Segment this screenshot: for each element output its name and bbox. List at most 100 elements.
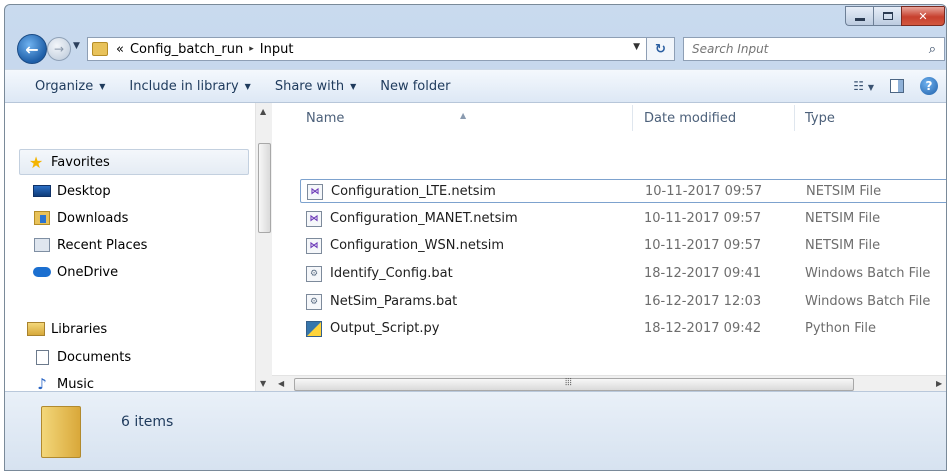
column-divider[interactable] — [632, 105, 633, 131]
scrollbar-thumb[interactable]: ⦙⦙⦙ — [294, 377, 854, 391]
include-in-library-button[interactable]: Include in library ▼ — [129, 79, 250, 94]
batch-file-icon: ⚙ — [306, 266, 322, 282]
change-view-icon[interactable]: ☷ ▼ — [853, 79, 874, 93]
maximize-icon — [882, 12, 893, 20]
file-name: Configuration_WSN.netsim — [330, 238, 505, 253]
breadcrumb: « Config_batch_run ▸ Input — [116, 42, 293, 57]
nav-label: Libraries — [51, 321, 108, 337]
nav-item-music[interactable]: ♪ Music — [33, 372, 94, 391]
file-type: Python File — [805, 321, 876, 336]
address-row: ← → ▼ « Config_batch_run ▸ Input ▼ ↻ ⌕ — [5, 31, 946, 65]
document-icon — [33, 349, 51, 365]
share-label: Share with — [274, 78, 345, 94]
file-date: 10-11-2017 09:57 — [644, 238, 762, 253]
file-type: Windows Batch File — [805, 294, 931, 309]
navigation-scrollbar[interactable]: ▲ ▼ — [255, 103, 272, 391]
chevron-down-icon: ▼ — [73, 41, 80, 51]
search-input[interactable] — [692, 42, 892, 56]
file-row[interactable]: ⋈ Configuration_LTE.netsim 10-11-2017 09… — [300, 179, 946, 203]
star-icon: ★ — [28, 152, 44, 172]
search-box: ⌕ — [683, 37, 945, 61]
minimize-button[interactable] — [845, 6, 873, 26]
details-pane: 6 items — [5, 391, 946, 470]
file-row[interactable]: ⋈ Configuration_WSN.netsim 10-11-2017 09… — [300, 234, 946, 258]
command-bar: Organize ▼ Include in library ▼ Share with… — [5, 69, 946, 103]
libraries-icon — [27, 321, 45, 337]
nav-item-favorites[interactable]: ★ Favorites — [27, 150, 110, 174]
scroll-up-icon[interactable]: ▲ — [260, 107, 266, 116]
nav-item-libraries[interactable]: Libraries — [27, 317, 107, 341]
nav-item-recent-places[interactable]: Recent Places — [33, 233, 147, 257]
scrollbar-thumb[interactable] — [258, 143, 271, 233]
preview-pane-icon[interactable] — [890, 79, 904, 93]
netsim-file-icon: ⋈ — [306, 238, 322, 254]
breadcrumb-input[interactable]: Input — [260, 42, 294, 57]
file-type: Windows Batch File — [805, 266, 931, 281]
netsim-file-icon: ⋈ — [306, 211, 322, 227]
breadcrumb-separator-icon[interactable]: ▸ — [249, 44, 254, 54]
close-icon: ✕ — [918, 9, 928, 23]
back-arrow-icon: ← — [25, 39, 39, 59]
file-row[interactable]: ⚙ NetSim_Params.bat 16-12-2017 12:03 Win… — [300, 290, 946, 314]
netsim-file-icon: ⋈ — [307, 184, 323, 200]
music-icon: ♪ — [37, 375, 47, 391]
file-name: NetSim_Params.bat — [330, 294, 458, 309]
nav-label: Favorites — [51, 154, 110, 170]
address-bar[interactable]: « Config_batch_run ▸ Input ▼ — [87, 37, 647, 61]
batch-file-icon: ⚙ — [306, 294, 322, 310]
close-button[interactable]: ✕ — [901, 6, 945, 26]
refresh-icon: ↻ — [655, 41, 666, 57]
file-name: Configuration_MANET.netsim — [330, 211, 518, 226]
new-folder-label: New folder — [380, 78, 451, 94]
share-with-button[interactable]: Share with ▼ — [275, 79, 356, 94]
address-dropdown-icon[interactable]: ▼ — [633, 42, 640, 52]
help-icon[interactable]: ? — [920, 77, 938, 95]
forward-button[interactable]: → — [47, 37, 71, 61]
file-row[interactable]: ⋈ Configuration_MANET.netsim 10-11-2017 … — [300, 207, 946, 231]
scroll-left-icon[interactable]: ◀ — [278, 379, 284, 388]
column-name[interactable]: Name — [306, 111, 344, 126]
file-row[interactable]: ⚙ Identify_Config.bat 18-12-2017 09:41 W… — [300, 262, 946, 286]
nav-item-documents[interactable]: Documents — [33, 345, 131, 369]
file-date: 18-12-2017 09:42 — [644, 321, 762, 336]
recent-pages-button[interactable]: ▼ — [73, 41, 80, 51]
back-button[interactable]: ← — [17, 34, 47, 64]
folder-icon — [92, 42, 108, 56]
folder-icon — [41, 406, 81, 458]
horizontal-scrollbar[interactable]: ◀ ⦙⦙⦙ ▶ — [272, 375, 946, 392]
file-type: NETSIM File — [805, 211, 881, 226]
nav-label: Downloads — [57, 210, 129, 226]
scroll-down-icon[interactable]: ▼ — [260, 379, 266, 388]
file-name: Configuration_LTE.netsim — [331, 184, 496, 199]
column-headers: ▲ Name Date modified Type — [272, 103, 946, 133]
nav-item-downloads[interactable]: Downloads — [33, 206, 128, 230]
nav-label: Desktop — [57, 183, 111, 199]
new-folder-button[interactable]: New folder — [380, 79, 450, 94]
file-date: 10-11-2017 09:57 — [644, 211, 762, 226]
nav-item-onedrive[interactable]: OneDrive — [33, 260, 118, 284]
column-divider[interactable] — [794, 105, 795, 131]
file-row[interactable]: Output_Script.py 18-12-2017 09:42 Python… — [300, 317, 946, 341]
include-label: Include in library — [129, 78, 239, 94]
nav-label: OneDrive — [57, 264, 119, 280]
file-name: Identify_Config.bat — [330, 266, 453, 281]
maximize-button[interactable] — [873, 6, 901, 26]
file-type: NETSIM File — [806, 184, 882, 199]
nav-item-desktop[interactable]: Desktop — [33, 179, 111, 203]
refresh-button[interactable]: ↻ — [647, 37, 675, 61]
chevron-down-icon: ▼ — [244, 81, 251, 91]
breadcrumb-overflow[interactable]: « — [116, 42, 124, 57]
column-date-modified[interactable]: Date modified — [644, 111, 736, 126]
downloads-icon — [33, 210, 51, 226]
toolbar-right: ☷ ▼ ? — [853, 77, 938, 95]
scroll-right-icon[interactable]: ▶ — [936, 379, 942, 388]
file-date: 18-12-2017 09:41 — [644, 266, 762, 281]
file-date: 10-11-2017 09:57 — [645, 184, 763, 199]
search-icon[interactable]: ⌕ — [929, 42, 936, 57]
breadcrumb-config-batch-run[interactable]: Config_batch_run — [130, 42, 243, 57]
python-file-icon — [306, 321, 322, 337]
chevron-down-icon: ▼ — [350, 81, 357, 91]
file-name: Output_Script.py — [330, 321, 440, 336]
organize-button[interactable]: Organize ▼ — [35, 79, 105, 94]
column-type[interactable]: Type — [805, 111, 835, 126]
